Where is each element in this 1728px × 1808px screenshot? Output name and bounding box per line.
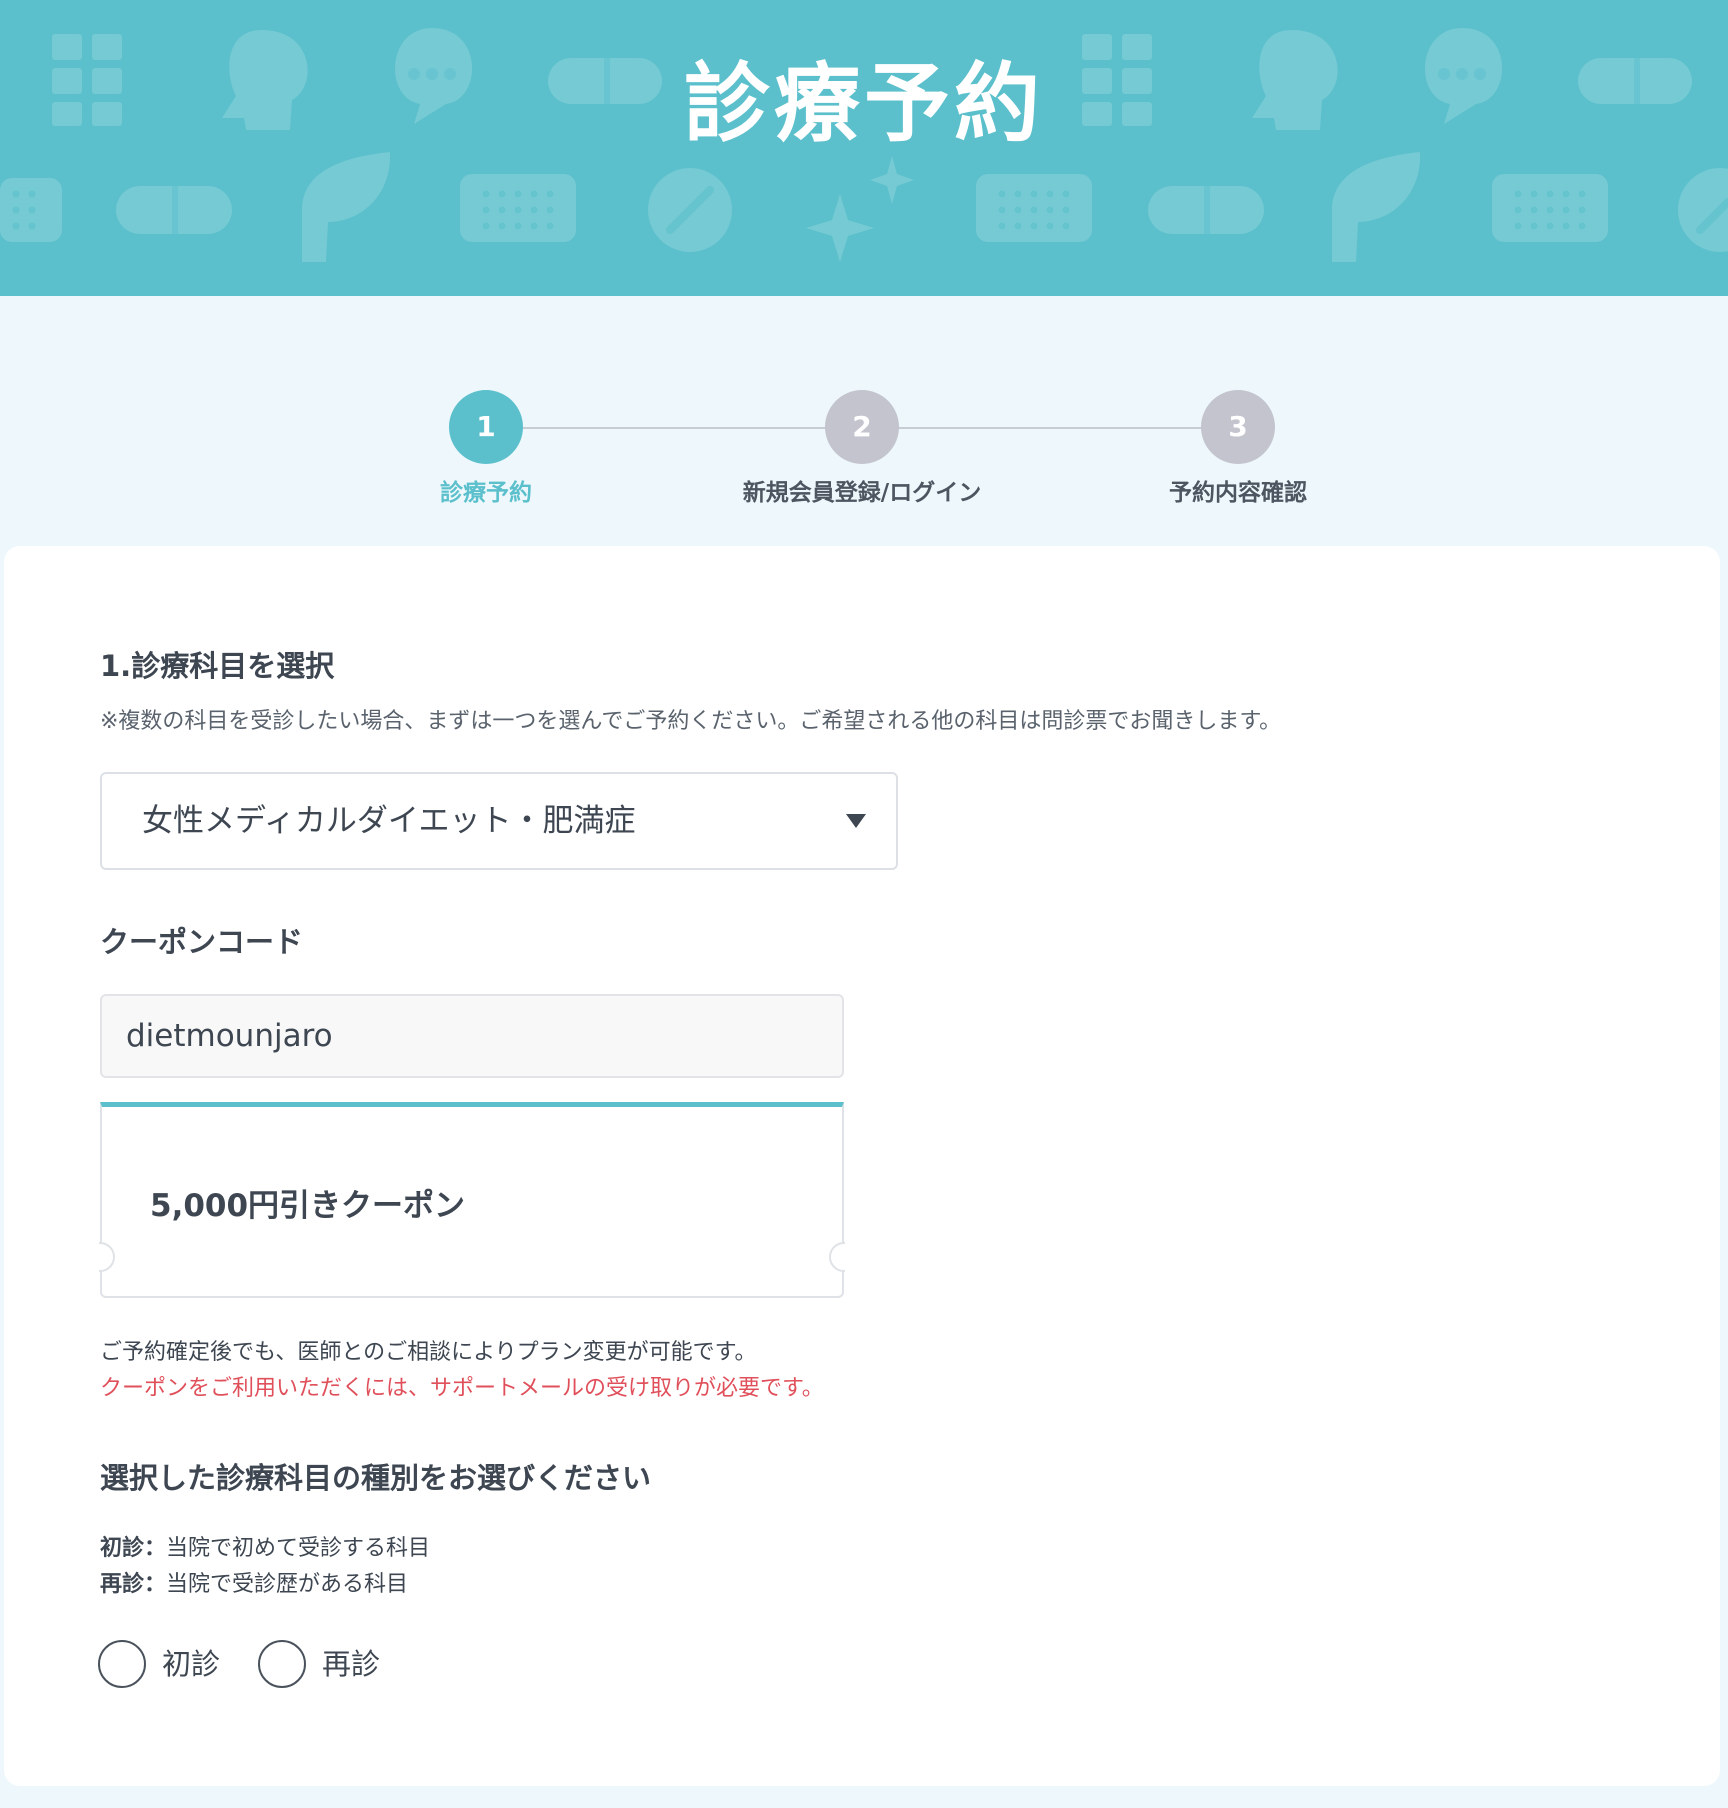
visit-type-definition: 再診：当院で受診歴がある科目 — [100, 1568, 408, 1602]
step-2: 2 新規会員登録/ログイン — [712, 390, 1012, 510]
radio-first-visit[interactable]: 初診 — [98, 1640, 228, 1690]
step-number: 2 — [825, 390, 899, 464]
step-number: 3 — [1201, 390, 1275, 464]
page-header: 診療予約 — [0, 0, 1728, 296]
department-section-title: 1.診療科目を選択 — [100, 649, 335, 683]
definition-separator: ： — [144, 1536, 167, 1561]
coupon-code-input[interactable] — [100, 994, 844, 1078]
radio-circle-icon[interactable] — [258, 1640, 306, 1688]
applied-coupon-card: 5,000円引きクーポン — [83, 1102, 861, 1298]
radio-circle-icon[interactable] — [98, 1640, 146, 1688]
swoosh-decoration-icon — [302, 152, 391, 262]
department-select[interactable]: 女性メディカルダイエット・肥満症 — [100, 772, 898, 870]
definition-term: 初診 — [100, 1536, 145, 1561]
plan-change-info: ご予約確定後でも、医師とのご相談によりプラン変更が可能です。 — [100, 1340, 757, 1365]
department-select-value: 女性メディカルダイエット・肥満症 — [142, 803, 636, 839]
swoosh-decoration-icon — [1332, 152, 1421, 262]
step-label: 予約内容確認 — [1169, 480, 1307, 506]
reservation-form-card: 1.診療科目を選択 ※複数の科目を受診したい場合、まずは一つを選んでご予約くださ… — [4, 546, 1720, 1786]
step-label: 診療予約 — [440, 480, 532, 506]
coupon-name: 5,000円引きクーポン — [150, 1188, 466, 1224]
caret-down-icon — [846, 814, 866, 828]
definition-description: 当院で受診歴がある科目 — [166, 1572, 409, 1597]
coupon-warning: クーポンをご利用いただくには、サポートメールの受け取りが必要です。 — [100, 1376, 824, 1401]
radio-return-visit[interactable]: 再診 — [258, 1640, 388, 1690]
step-1: 1 診療予約 — [336, 390, 636, 510]
definition-term: 再診 — [100, 1572, 145, 1597]
visit-type-definition: 初診：当院で初めて受診する科目 — [100, 1532, 430, 1566]
step-label: 新規会員登録/ログイン — [742, 480, 982, 506]
sparkle-decoration-icon — [806, 194, 874, 262]
definition-description: 当院で初めて受診する科目 — [166, 1536, 431, 1561]
coupon-section-title: クーポンコード — [100, 925, 304, 959]
progress-stepper: 1 診療予約 2 新規会員登録/ログイン 3 予約内容確認 — [0, 360, 1728, 510]
department-note: ※複数の科目を受診したい場合、まずは一つを選んでご予約ください。ご希望される他の… — [100, 709, 1282, 734]
step-3: 3 予約内容確認 — [1088, 390, 1388, 510]
visit-type-section-title: 選択した診療科目の種別をお選びください — [100, 1461, 652, 1495]
radio-label[interactable]: 再診 — [322, 1640, 380, 1688]
definition-separator: ： — [144, 1572, 167, 1597]
step-number: 1 — [449, 390, 523, 464]
radio-label[interactable]: 初診 — [162, 1640, 220, 1688]
page-title: 診療予約 — [684, 54, 1044, 154]
